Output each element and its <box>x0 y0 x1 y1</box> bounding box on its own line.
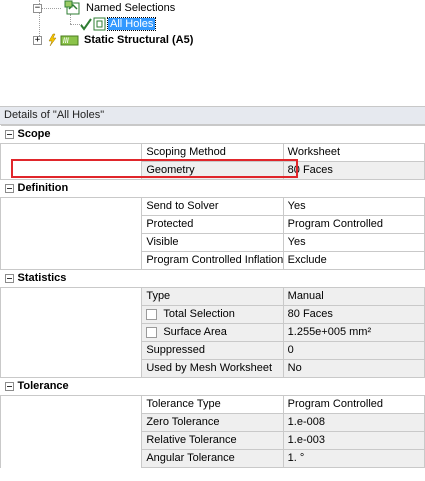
property-name: Angular Tolerance <box>141 449 284 468</box>
row-geometry[interactable]: Geometry 80 Faces <box>0 161 425 180</box>
property-name: Program Controlled Inflation <box>141 251 284 270</box>
property-name: Surface Area <box>163 326 227 338</box>
property-value: 1.255e+005 mm² <box>282 323 425 342</box>
static-structural-icon: /// <box>60 35 79 46</box>
collapse-icon[interactable]: − <box>33 3 42 13</box>
property-name: Total Selection <box>163 308 235 320</box>
row-type[interactable]: Type Manual <box>0 287 425 306</box>
row-angular-tolerance[interactable]: Angular Tolerance 1. ° <box>0 449 425 468</box>
row-relative-tolerance[interactable]: Relative Tolerance 1.e-003 <box>0 431 425 450</box>
property-name: Tolerance Type <box>141 395 284 414</box>
property-name: Zero Tolerance <box>141 413 284 432</box>
section-definition[interactable]: Definition <box>0 179 425 198</box>
row-scoping-method[interactable]: Scoping Method Worksheet <box>0 143 425 162</box>
property-name: Relative Tolerance <box>141 431 284 450</box>
collapse-icon[interactable] <box>4 183 14 193</box>
property-value[interactable]: Program Controlled <box>282 215 425 234</box>
property-value[interactable]: Worksheet <box>282 143 425 162</box>
tree-label-static-structural: Static Structural (A5) <box>84 34 194 46</box>
expand-icon[interactable]: + <box>33 35 42 45</box>
row-used-by-mesh-worksheet[interactable]: Used by Mesh Worksheet No <box>0 359 425 378</box>
property-name: Type <box>141 287 284 306</box>
property-name: Send to Solver <box>141 197 284 216</box>
property-name: Visible <box>141 233 284 252</box>
section-label: Definition <box>17 182 69 194</box>
property-value[interactable]: 1.e-003 <box>282 431 425 450</box>
row-total-selection[interactable]: Total Selection 80 Faces <box>0 305 425 324</box>
row-program-controlled-inflation[interactable]: Program Controlled Inflation Exclude <box>0 251 425 270</box>
row-zero-tolerance[interactable]: Zero Tolerance 1.e-008 <box>0 413 425 432</box>
row-protected[interactable]: Protected Program Controlled <box>0 215 425 234</box>
collapse-icon[interactable] <box>4 129 14 139</box>
property-value[interactable]: 1. ° <box>282 449 425 468</box>
row-tolerance-type[interactable]: Tolerance Type Program Controlled <box>0 395 425 414</box>
details-grid: Scope Scoping Method Worksheet Geometry … <box>0 125 425 468</box>
property-value[interactable]: Exclude <box>282 251 425 270</box>
property-value[interactable]: 1.e-008 <box>282 413 425 432</box>
collapse-icon[interactable] <box>4 273 14 283</box>
svg-text:///: /// <box>63 38 69 45</box>
property-value[interactable]: Yes <box>282 197 425 216</box>
row-surface-area[interactable]: Surface Area 1.255e+005 mm² <box>0 323 425 342</box>
details-panel: Details of "All Holes" Scope Scoping Met… <box>0 106 425 476</box>
selection-icon <box>93 17 106 31</box>
parameter-checkbox[interactable] <box>146 326 158 338</box>
parameter-checkbox[interactable] <box>146 308 158 320</box>
property-value[interactable]: Yes <box>282 233 425 252</box>
property-name: Used by Mesh Worksheet <box>141 359 284 378</box>
property-value: Manual <box>282 287 425 306</box>
property-value: No <box>282 359 425 378</box>
property-value[interactable]: Program Controlled <box>282 395 425 414</box>
collapse-icon[interactable] <box>4 381 14 391</box>
property-name: Scoping Method <box>141 143 284 162</box>
row-visible[interactable]: Visible Yes <box>0 233 425 252</box>
property-name: Geometry <box>141 161 284 180</box>
section-label: Scope <box>17 128 51 140</box>
lightning-icon <box>48 33 57 47</box>
property-value[interactable]: 80 Faces <box>282 161 425 180</box>
tree-label-all-holes: All Holes <box>106 17 157 31</box>
tree-label-named-selections: Named Selections <box>86 2 176 14</box>
tree-item-all-holes[interactable]: All Holes <box>80 16 157 32</box>
details-title: Details of "All Holes" <box>0 106 425 125</box>
section-statistics[interactable]: Statistics <box>0 269 425 288</box>
section-label: Tolerance <box>17 380 69 392</box>
property-value: 80 Faces <box>282 305 425 324</box>
check-icon <box>80 18 92 31</box>
property-value: 0 <box>282 341 425 360</box>
property-name: Protected <box>141 215 284 234</box>
row-suppressed[interactable]: Suppressed 0 <box>0 341 425 360</box>
row-send-to-solver[interactable]: Send to Solver Yes <box>0 197 425 216</box>
outline-tree: − Named Selections All Holes + /// Stati… <box>0 0 425 100</box>
tree-item-static-structural[interactable]: + /// Static Structural (A5) <box>33 32 193 48</box>
property-name: Suppressed <box>141 341 284 360</box>
tree-item-named-selections[interactable]: − Named Selections <box>33 0 175 16</box>
section-scope[interactable]: Scope <box>0 125 425 144</box>
section-label: Statistics <box>17 272 67 284</box>
named-selections-icon <box>64 0 80 15</box>
section-tolerance[interactable]: Tolerance <box>0 377 425 396</box>
